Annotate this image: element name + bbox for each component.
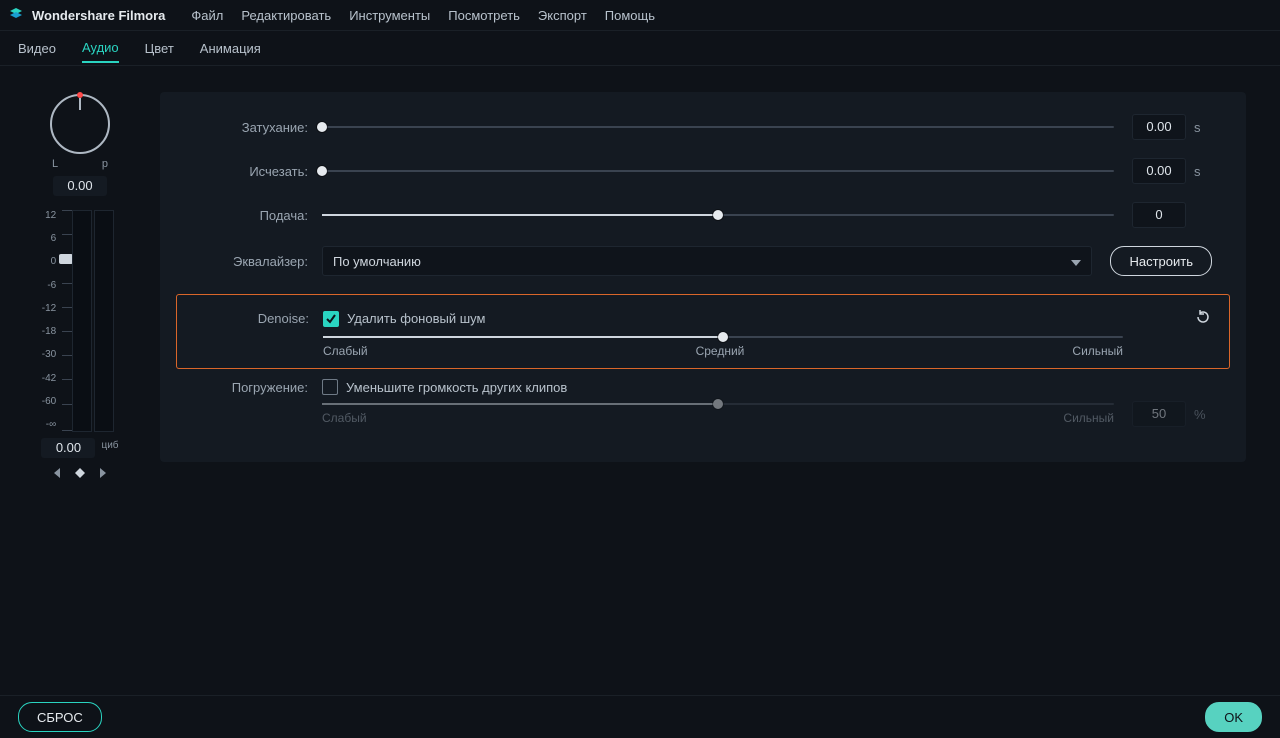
ducking-checkbox[interactable] (322, 379, 338, 395)
ducking-label: Погружение: (194, 380, 308, 395)
fadeout-unit: s (1194, 164, 1212, 179)
denoise-checkbox[interactable] (323, 311, 339, 327)
denoise-checkbox-label: Удалить фоновый шум (347, 311, 485, 326)
vmeter-ticks: 1260 -6-12-18 -30-42-60 -∞ (42, 210, 56, 430)
app-title: Wondershare Filmora (32, 8, 165, 23)
app-logo-icon (8, 7, 24, 23)
menu-edit[interactable]: Редактировать (241, 8, 331, 23)
eq-select[interactable]: По умолчанию (322, 246, 1092, 276)
fadeout-slider[interactable] (322, 170, 1114, 172)
add-keyframe-icon[interactable] (75, 468, 85, 478)
vmeter-unit: циб (101, 440, 118, 451)
menu-help[interactable]: Помощь (605, 8, 655, 23)
denoise-weak: Слабый (323, 344, 368, 358)
tab-audio[interactable]: Аудио (82, 34, 119, 63)
reset-button[interactable]: СБРОС (18, 702, 102, 732)
fadein-unit: s (1194, 120, 1212, 135)
vmeter-bar-l (72, 210, 92, 432)
pan-knob[interactable] (50, 94, 110, 154)
pan-value[interactable]: 0.00 (53, 176, 107, 196)
vmeter-bar-r (94, 210, 114, 432)
ducking-slider (322, 403, 1114, 405)
eq-label: Эквалайзер: (194, 254, 308, 269)
tab-video[interactable]: Видео (18, 35, 56, 62)
ducking-value: 50 (1132, 401, 1186, 427)
prev-keyframe-icon[interactable] (51, 468, 61, 478)
chevron-down-icon (1071, 254, 1081, 269)
ducking-unit: % (1194, 407, 1212, 422)
menu-bar: Файл Редактировать Инструменты Посмотрет… (191, 8, 655, 23)
denoise-strong: Сильный (1072, 344, 1123, 358)
fadeout-label: Исчезать: (194, 164, 308, 179)
menu-file[interactable]: Файл (191, 8, 223, 23)
tab-color[interactable]: Цвет (145, 35, 174, 62)
denoise-reset-icon[interactable] (1195, 309, 1211, 328)
pitch-label: Подача: (194, 208, 308, 223)
denoise-slider[interactable] (323, 336, 1123, 338)
ducking-weak: Слабый (322, 411, 367, 425)
vmeter-readout[interactable]: 0.00 (41, 438, 95, 458)
fadein-slider[interactable] (322, 126, 1114, 128)
pan-left-label: L (52, 158, 58, 170)
pitch-slider[interactable] (322, 214, 1114, 216)
ducking-strong: Сильный (1063, 411, 1114, 425)
denoise-mid: Средний (696, 344, 745, 358)
menu-export[interactable]: Экспорт (538, 8, 587, 23)
fadein-value[interactable]: 0.00 (1132, 114, 1186, 140)
pitch-value[interactable]: 0 (1132, 202, 1186, 228)
menu-tools[interactable]: Инструменты (349, 8, 430, 23)
vmeter-fader[interactable] (62, 210, 72, 430)
fadeout-value[interactable]: 0.00 (1132, 158, 1186, 184)
fadein-label: Затухание: (194, 120, 308, 135)
eq-selected: По умолчанию (333, 254, 421, 269)
eq-customize-button[interactable]: Настроить (1110, 246, 1212, 276)
pan-right-label: р (102, 158, 108, 170)
ducking-checkbox-label: Уменьшите громкость других клипов (346, 380, 567, 395)
tab-animation[interactable]: Анимация (200, 35, 261, 62)
next-keyframe-icon[interactable] (99, 468, 109, 478)
menu-view[interactable]: Посмотреть (448, 8, 520, 23)
denoise-label: Denoise: (195, 311, 309, 326)
ok-button[interactable]: OK (1205, 702, 1262, 732)
